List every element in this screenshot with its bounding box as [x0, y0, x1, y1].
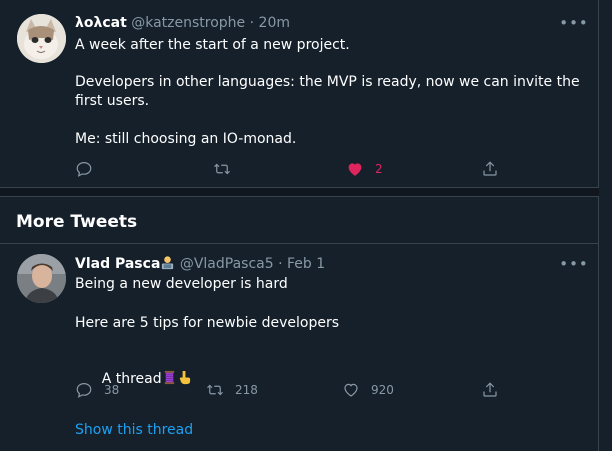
more-dots-icon: ••• [559, 14, 589, 32]
section-separator [0, 187, 599, 197]
heart-outline-icon [344, 383, 358, 397]
scrollbar[interactable] [599, 0, 612, 451]
retweet-icon [214, 163, 230, 175]
tweet-text-line-1: A week after the start of a new project. [75, 37, 350, 53]
tweet-header: λολcat @katzenstrophe · 20m [75, 14, 290, 32]
avatar[interactable] [17, 14, 66, 63]
display-name[interactable]: λολcat [75, 15, 127, 31]
reply-icon [76, 383, 92, 398]
heart-filled-icon [348, 163, 362, 176]
share-button[interactable] [481, 380, 499, 400]
reply-count: 38 [104, 383, 120, 397]
show-thread-link[interactable]: Show this thread [75, 421, 193, 440]
tweet-text-line-3: Me: still choosing an IO-monad. [75, 131, 297, 147]
cat-avatar-icon [17, 14, 66, 63]
reply-button[interactable]: 38 [75, 380, 119, 400]
user-handle[interactable]: @katzenstrophe [131, 15, 245, 31]
tweet-actions: 2 [75, 159, 505, 179]
tweet-timestamp[interactable]: 20m [259, 15, 290, 31]
reply-button[interactable] [75, 159, 104, 179]
tweet-actions: 38 218 920 [75, 380, 505, 400]
share-button[interactable] [481, 159, 499, 179]
separator-dot: · [278, 256, 283, 272]
retweet-button[interactable] [213, 159, 242, 179]
technologist-emoji-icon [162, 256, 174, 270]
display-name[interactable]: Vlad Pasca [75, 256, 160, 272]
share-icon [483, 382, 497, 397]
retweet-count: 218 [235, 383, 258, 397]
tweet-text-line-1: Being a new developer is hard [75, 276, 288, 292]
share-icon [483, 161, 497, 176]
like-button[interactable]: 2 [346, 159, 383, 179]
more-options-button[interactable]: ••• [559, 14, 588, 32]
like-count: 920 [371, 383, 394, 397]
avatar[interactable] [17, 254, 66, 303]
more-tweets-heading: More Tweets [16, 212, 138, 232]
timeline: λολcat @katzenstrophe · 20m ••• A week a… [0, 0, 599, 451]
more-dots-icon: ••• [559, 255, 589, 273]
user-handle[interactable]: @VladPasca5 [180, 256, 274, 272]
tweet-text-line-2: Here are 5 tips for newbie developers [75, 315, 339, 331]
retweet-icon [207, 384, 223, 396]
tweet-vladpasca[interactable]: Vlad Pasca @VladPasca5 · Feb 1 ••• Being… [0, 244, 599, 451]
more-options-button[interactable]: ••• [559, 255, 588, 273]
tweet-katzenstrophe[interactable]: λολcat @katzenstrophe · 20m ••• A week a… [0, 0, 599, 187]
tweet-text-line-2: Developers in other languages: the MVP i… [75, 74, 585, 109]
like-count: 2 [375, 162, 383, 176]
retweet-button[interactable]: 218 [206, 380, 258, 400]
person-avatar-icon [17, 254, 66, 303]
tweet-header: Vlad Pasca @VladPasca5 · Feb 1 [75, 255, 325, 273]
reply-icon [76, 162, 92, 177]
tweet-timestamp[interactable]: Feb 1 [287, 256, 325, 272]
separator-dot: · [249, 15, 255, 31]
like-button[interactable]: 920 [342, 380, 394, 400]
